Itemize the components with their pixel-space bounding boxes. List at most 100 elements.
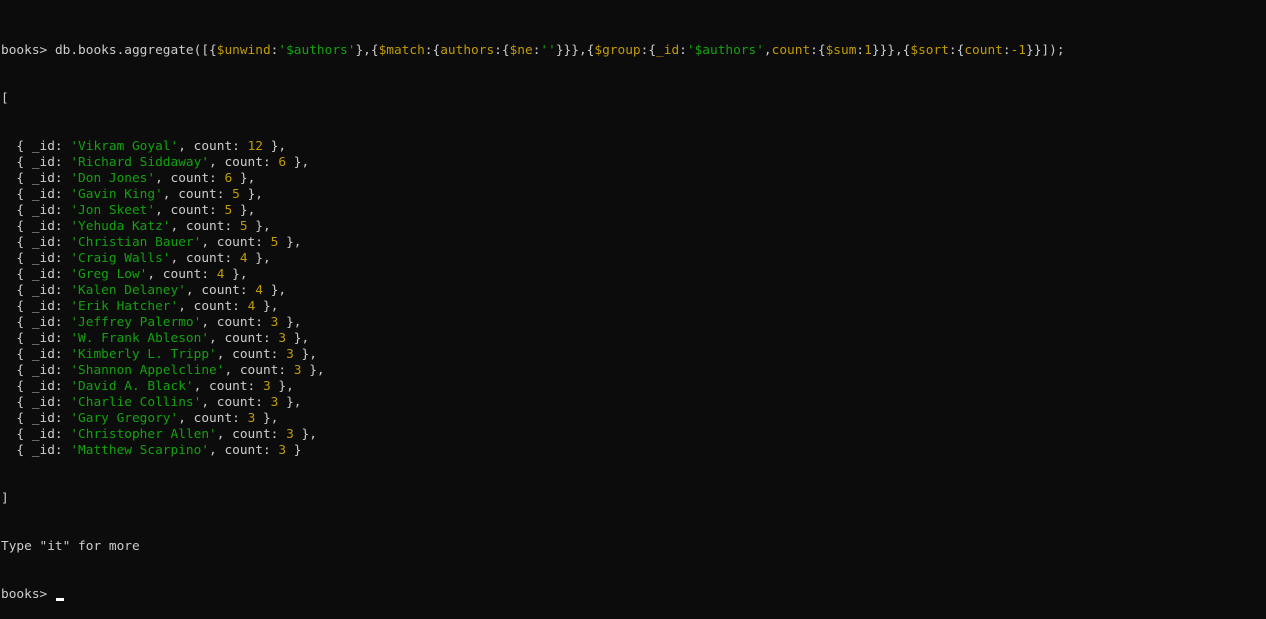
result-row: { _id: 'Jon Skeet', count: 5 },	[1, 203, 1265, 219]
command-line: books> db.books.aggregate([{$unwind:'$au…	[1, 43, 1265, 59]
row-mid: , count:	[178, 139, 248, 154]
result-row: { _id: 'Christopher Allen', count: 3 },	[1, 427, 1265, 443]
row-prefix: { _id:	[1, 251, 71, 266]
command-token: $ne	[509, 43, 533, 58]
command-token: :{	[640, 43, 657, 58]
row-prefix: { _id:	[1, 155, 71, 170]
row-end: },	[262, 283, 287, 298]
row-mid: , count:	[193, 379, 263, 394]
row-prefix: { _id:	[1, 363, 71, 378]
author-id: 'Kalen Delaney'	[70, 283, 186, 298]
row-mid: , count:	[162, 187, 233, 202]
input-line[interactable]: books>	[1, 587, 1265, 603]
row-mid: , count:	[209, 331, 279, 346]
row-end: },	[247, 251, 271, 266]
author-count: 3	[262, 379, 271, 394]
prompt: books>	[1, 587, 55, 602]
result-open-bracket: [	[1, 91, 9, 106]
result-row: { _id: 'Don Jones', count: 6 },	[1, 171, 1265, 187]
prompt: books>	[1, 43, 55, 58]
result-row: { _id: 'Shannon Appelcline', count: 3 },	[1, 363, 1265, 379]
result-row: { _id: 'W. Frank Ableson', count: 3 },	[1, 331, 1265, 347]
command-token: -1	[1010, 43, 1027, 58]
author-id: 'Richard Siddaway'	[70, 155, 210, 170]
command-token: $unwind	[216, 43, 271, 58]
row-end: },	[278, 235, 302, 250]
command-token: authors	[440, 43, 495, 58]
row-prefix: { _id:	[1, 379, 71, 394]
command-token: :{	[424, 43, 441, 58]
row-end: },	[293, 347, 317, 362]
command-token: $sort	[910, 43, 949, 58]
more-message: Type "it" for more	[1, 539, 140, 554]
author-count: 3	[278, 331, 287, 346]
result-row: { _id: 'Craig Walls', count: 4 },	[1, 251, 1265, 267]
result-row: { _id: 'Christian Bauer', count: 5 },	[1, 235, 1265, 251]
row-prefix: { _id:	[1, 411, 71, 426]
row-mid: , count:	[185, 283, 256, 298]
terminal-window[interactable]: books> db.books.aggregate([{$unwind:'$au…	[1, 11, 1265, 619]
author-id: 'W. Frank Ableson'	[70, 331, 210, 346]
author-count: 4	[255, 283, 263, 298]
command-token: $group	[594, 43, 641, 58]
result-row: { _id: 'Charlie Collins', count: 3 },	[1, 395, 1265, 411]
row-end: },	[255, 411, 279, 426]
result-row: { _id: 'Kimberly L. Tripp', count: 3 },	[1, 347, 1265, 363]
command-token: :	[679, 43, 687, 58]
row-end: },	[293, 427, 317, 442]
result-row: { _id: 'Richard Siddaway', count: 6 },	[1, 155, 1265, 171]
result-list: { _id: 'Vikram Goyal', count: 12 }, { _i…	[1, 139, 1265, 459]
row-mid: , count:	[201, 235, 271, 250]
result-row: { _id: 'Greg Low', count: 4 },	[1, 267, 1265, 283]
author-count: 5	[232, 187, 240, 202]
author-id: 'David A. Black'	[70, 379, 194, 394]
author-count: 5	[239, 219, 248, 234]
row-mid: , count:	[155, 171, 225, 186]
command-token: :{	[948, 43, 965, 58]
result-close-bracket: ]	[1, 491, 9, 506]
result-row: { _id: 'Kalen Delaney', count: 4 },	[1, 283, 1265, 299]
row-mid: , count:	[170, 251, 240, 266]
row-mid: , count:	[178, 299, 248, 314]
author-id: 'Erik Hatcher'	[70, 299, 179, 314]
row-prefix: { _id:	[1, 139, 71, 154]
row-mid: , count:	[224, 363, 294, 378]
result-row: { _id: 'David A. Black', count: 3 },	[1, 379, 1265, 395]
row-prefix: { _id:	[1, 187, 71, 202]
row-prefix: { _id:	[1, 395, 71, 410]
row-end: },	[239, 187, 263, 202]
author-count: 12	[247, 139, 263, 154]
row-end: },	[255, 299, 279, 314]
row-mid: , count:	[209, 155, 279, 170]
row-end: },	[232, 171, 256, 186]
row-prefix: { _id:	[1, 347, 71, 362]
author-id: 'Christopher Allen'	[70, 427, 217, 442]
author-id: 'Kimberly L. Tripp'	[70, 347, 217, 362]
command-token: },{	[355, 43, 379, 58]
row-prefix: { _id:	[1, 427, 71, 442]
row-prefix: { _id:	[1, 299, 71, 314]
row-end: },	[278, 395, 302, 410]
row-mid: , count:	[178, 411, 248, 426]
text-cursor	[55, 598, 64, 601]
row-end: },	[247, 219, 271, 234]
author-id: 'Jeffrey Palermo'	[70, 315, 202, 330]
author-id: 'Shannon Appelcline'	[70, 363, 225, 378]
author-id: 'Matthew Scarpino'	[70, 443, 210, 458]
result-row: { _id: 'Vikram Goyal', count: 12 },	[1, 139, 1265, 155]
result-row: { _id: 'Erik Hatcher', count: 4 },	[1, 299, 1265, 315]
row-mid: , count:	[155, 203, 225, 218]
command-token: ,	[763, 43, 772, 58]
author-count: 4	[239, 251, 248, 266]
command-token: _id	[656, 43, 680, 58]
command-token: db.books.aggregate([{	[54, 43, 217, 58]
result-row: { _id: 'Gavin King', count: 5 },	[1, 187, 1265, 203]
result-row: { _id: 'Yehuda Katz', count: 5 },	[1, 219, 1265, 235]
row-prefix: { _id:	[1, 203, 71, 218]
command-token: $match	[378, 43, 425, 58]
author-id: 'Vikram Goyal'	[70, 139, 179, 154]
author-id: 'Greg Low'	[70, 267, 148, 282]
author-count: 3	[286, 427, 294, 442]
author-count: 3	[293, 363, 302, 378]
author-count: 3	[278, 443, 287, 458]
